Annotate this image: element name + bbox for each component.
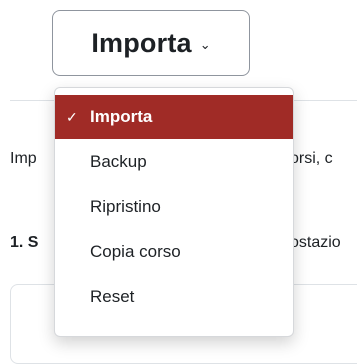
menu-item-label: Copia corso bbox=[90, 241, 181, 261]
step-heading-start: 1. S bbox=[10, 234, 39, 251]
menu-item-ripristino[interactable]: Ripristino bbox=[55, 184, 293, 229]
intro-text-end: orsi, c bbox=[290, 150, 333, 167]
menu-item-importa[interactable]: ✓ Importa bbox=[55, 95, 293, 139]
action-dropdown-menu: ✓ Importa Backup Ripristino Copia corso … bbox=[54, 87, 294, 337]
menu-item-backup[interactable]: Backup bbox=[55, 139, 293, 184]
menu-item-label: Backup bbox=[90, 151, 147, 171]
menu-item-reset[interactable]: Reset bbox=[55, 274, 293, 319]
chevron-down-icon: ⌄ bbox=[199, 37, 211, 52]
intro-text-start: Imp bbox=[10, 150, 37, 167]
menu-item-label: Importa bbox=[90, 107, 153, 126]
menu-item-label: Reset bbox=[90, 286, 135, 306]
menu-item-label: Ripristino bbox=[90, 196, 161, 216]
menu-item-copia-corso[interactable]: Copia corso bbox=[55, 229, 293, 274]
step-heading-end: ostazio bbox=[290, 234, 341, 251]
action-select-label: Importa bbox=[91, 27, 192, 58]
check-icon: ✓ bbox=[66, 108, 78, 125]
action-select-button[interactable]: Importa ⌄ bbox=[52, 10, 250, 76]
